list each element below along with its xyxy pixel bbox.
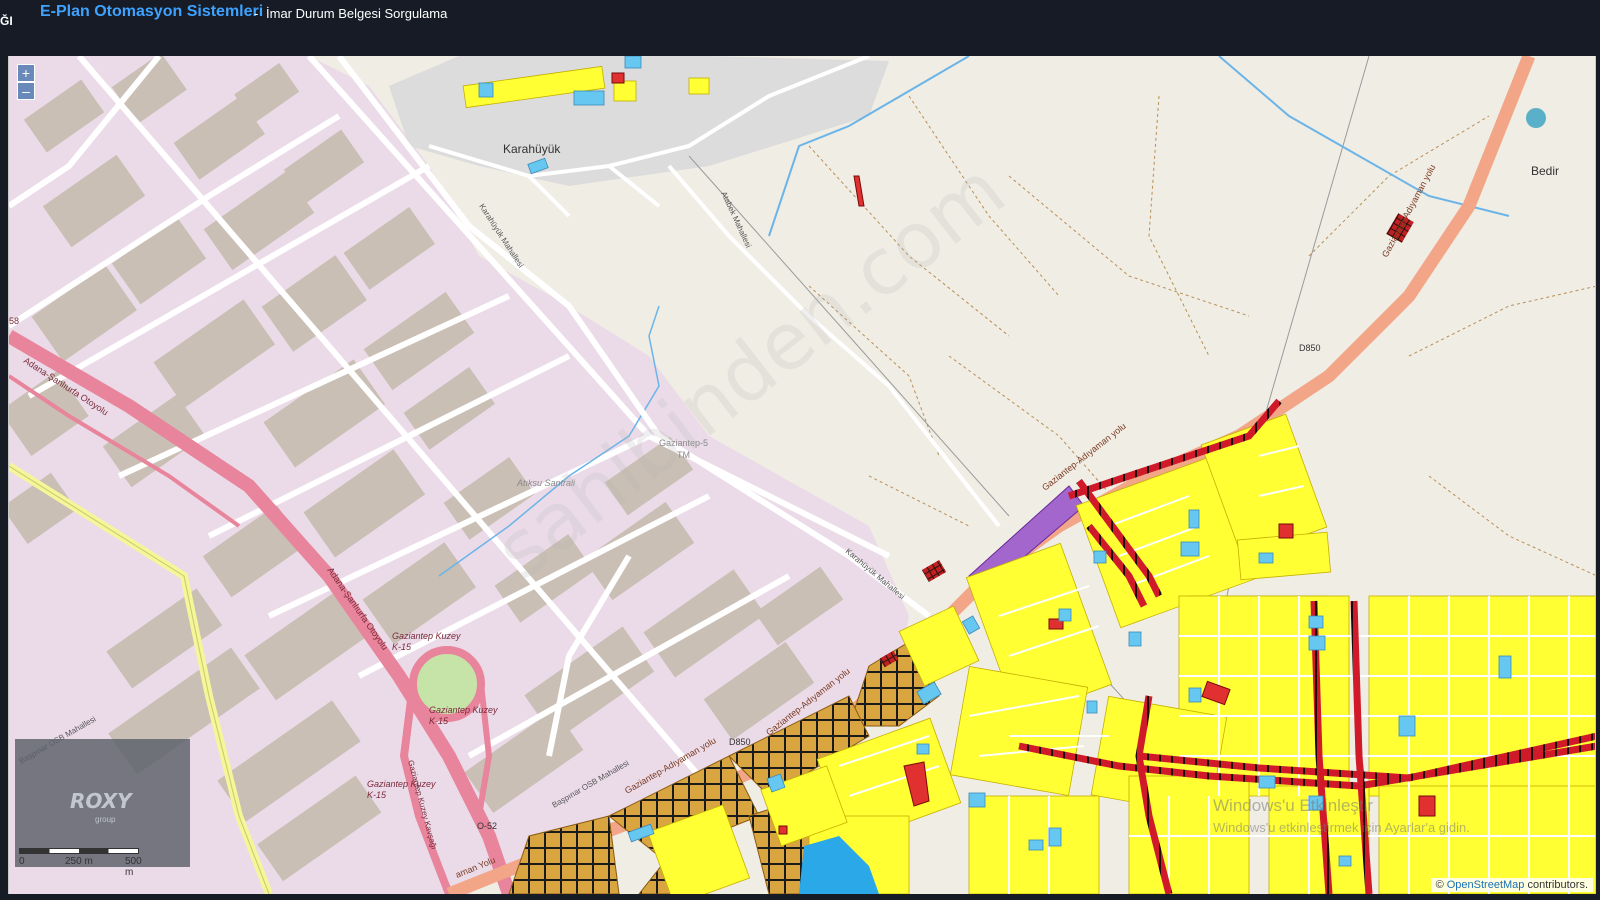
label-kuzey-2: Gaziantep Kuzey: [429, 705, 498, 715]
activation-line-2: Windows'u etkinleştirmek için Ayarlar'a …: [1213, 820, 1470, 835]
scale-label-0: 0: [19, 856, 25, 867]
title-separator: -: [254, 6, 259, 21]
map-canvas[interactable]: Karahüyük Bedir Karahüyük Mahallesi Kara…: [9, 56, 1596, 894]
osm-link[interactable]: OpenStreetMap: [1447, 879, 1525, 891]
label-karahuyuk: Karahüyük: [503, 142, 561, 156]
label-d850-1: D850: [1299, 343, 1321, 353]
label-o52: O-52: [477, 821, 497, 831]
map-attribution: © OpenStreetMap contributors.: [1430, 878, 1593, 892]
app-brand-title[interactable]: E-Plan Otomasyon Sistemleri: [40, 3, 263, 21]
scale-label-250: 250 m: [65, 856, 93, 867]
roxy-logo-sub: group: [95, 815, 116, 824]
label-kuzey-1: Gaziantep Kuzey: [392, 631, 461, 641]
scale-bar-graphic: [19, 848, 139, 854]
roxy-logo-text: ROXY: [70, 789, 132, 813]
label-road-58: 58: [9, 316, 19, 326]
scale-label-500: 500 m: [125, 856, 142, 878]
label-kuzey-1b: K-15: [392, 642, 412, 652]
page-subtitle: İmar Durum Belgesi Sorgulama: [266, 6, 448, 21]
label-kuzey-3b: K-15: [367, 790, 387, 800]
activation-line-1: Windows'u Etkinleştir: [1213, 796, 1374, 815]
bedir-marker: [1526, 108, 1546, 128]
zoning-map[interactable]: Karahüyük Bedir Karahüyük Mahallesi Kara…: [8, 56, 1596, 894]
cut-off-menu-label[interactable]: ĞI: [0, 14, 13, 28]
attribution-prefix: ©: [1435, 879, 1444, 891]
scale-bar: 0 250 m 500 m: [19, 844, 149, 878]
label-kuzey-2b: K-15: [429, 716, 449, 726]
label-d850-2: D850: [729, 737, 751, 747]
attribution-suffix: contributors.: [1527, 879, 1588, 891]
zoom-in-button[interactable]: +: [17, 64, 35, 82]
label-kuzey-3: Gaziantep Kuzey: [367, 779, 436, 789]
app-header: ĞI E-Plan Otomasyon Sistemleri - İmar Du…: [0, 0, 1600, 56]
windows-activation-notice: Windows'u Etkinleştir Windows'u etkinleş…: [1213, 796, 1470, 835]
label-bedir: Bedir: [1531, 164, 1559, 178]
zoom-out-button[interactable]: –: [17, 82, 35, 100]
